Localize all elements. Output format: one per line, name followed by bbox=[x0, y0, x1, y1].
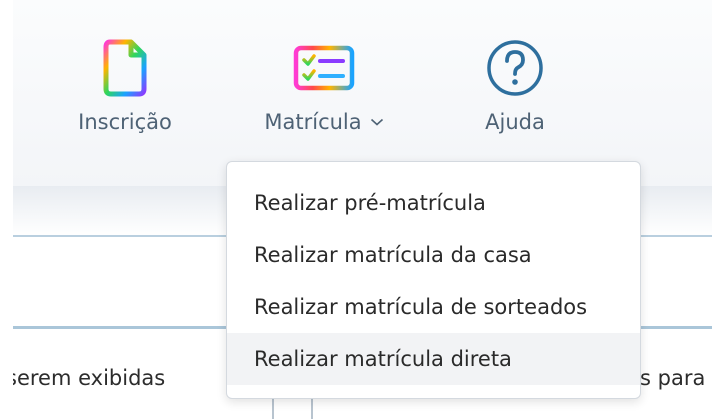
content-text-right: s para bbox=[640, 366, 706, 390]
menu-item-matricula-da-casa[interactable]: Realizar matrícula da casa bbox=[227, 229, 640, 281]
nav-item-matricula[interactable]: Matrícula bbox=[250, 38, 398, 134]
nav-item-ajuda[interactable]: Ajuda bbox=[470, 38, 560, 134]
help-circle-icon bbox=[486, 38, 544, 98]
nav-label-ajuda: Ajuda bbox=[485, 110, 545, 134]
menu-item-matricula-direta[interactable]: Realizar matrícula direta bbox=[227, 333, 640, 385]
content-text-left: serem exibidas bbox=[6, 366, 166, 390]
menu-item-matricula-de-sorteados[interactable]: Realizar matrícula de sorteados bbox=[227, 281, 640, 333]
menu-item-pre-matricula[interactable]: Realizar pré-matrícula bbox=[227, 177, 640, 229]
nav-label-inscricao: Inscrição bbox=[78, 110, 172, 134]
table-column-divider bbox=[272, 397, 274, 419]
checklist-icon bbox=[293, 38, 355, 98]
table-column-divider bbox=[311, 397, 313, 419]
matricula-dropdown-menu: Realizar pré-matrícula Realizar matrícul… bbox=[226, 161, 641, 399]
nav-label-matricula: Matrícula bbox=[264, 110, 383, 134]
nav-label-matricula-text: Matrícula bbox=[264, 110, 362, 134]
left-margin bbox=[0, 0, 13, 419]
document-icon bbox=[102, 38, 148, 98]
nav-item-inscricao[interactable]: Inscrição bbox=[70, 38, 180, 134]
chevron-down-icon bbox=[370, 118, 383, 126]
